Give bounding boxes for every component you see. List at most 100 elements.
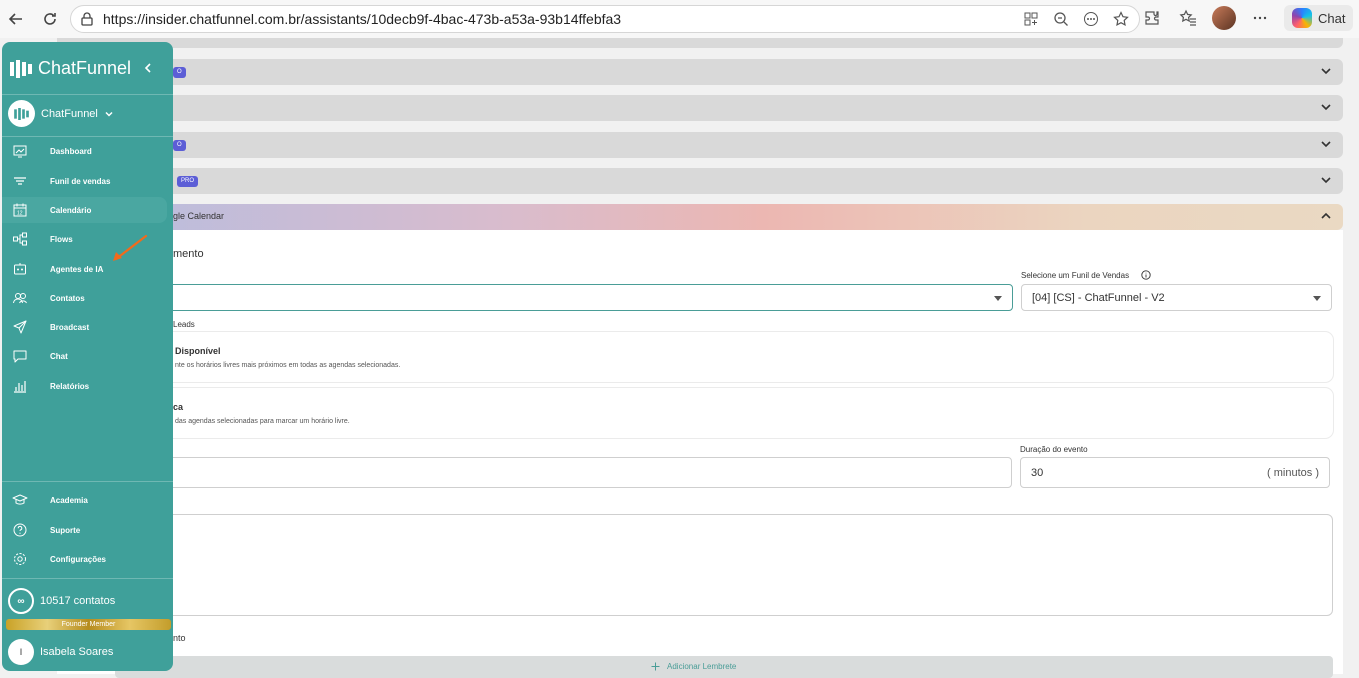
collapsed-section-4[interactable]: PRO bbox=[57, 168, 1343, 194]
copilot-chat-button[interactable]: Chat bbox=[1284, 5, 1354, 31]
infinity-icon: ∞ bbox=[8, 588, 34, 614]
sidebar-item-settings[interactable]: Configurações bbox=[2, 546, 167, 572]
browser-toolbar: https://insider.chatfunnel.com.br/assist… bbox=[0, 0, 1359, 38]
divider bbox=[2, 94, 173, 95]
sidebar-item-calendar[interactable]: 12 Calendário bbox=[2, 197, 167, 223]
funnel-select[interactable]: [04] [CS] - ChatFunnel - V2 bbox=[1021, 284, 1332, 311]
account-switcher[interactable]: ChatFunnel bbox=[8, 100, 114, 127]
collapsed-section-2[interactable] bbox=[57, 95, 1343, 121]
sidebar: ChatFunnel ChatFunnel Dashboard Funil de… bbox=[2, 42, 173, 671]
account-name: ChatFunnel bbox=[41, 107, 98, 120]
section-badge: O bbox=[173, 67, 186, 78]
profile-avatar[interactable] bbox=[1212, 6, 1236, 30]
calendar-select[interactable] bbox=[115, 284, 1013, 311]
pro-badge: PRO bbox=[177, 176, 199, 187]
robot-icon bbox=[14, 263, 26, 275]
section-badge: O bbox=[173, 140, 186, 151]
sidebar-item-funnel[interactable]: Funil de vendas bbox=[2, 168, 167, 194]
google-calendar-section[interactable]: gle Calendar bbox=[57, 204, 1343, 230]
chevron-down-icon bbox=[1321, 68, 1331, 75]
sidebar-item-label: Flows bbox=[50, 234, 73, 244]
funnel-select-label: Selecione um Funil de Vendas bbox=[1021, 271, 1130, 280]
divider bbox=[2, 578, 173, 579]
leads-label: Leads bbox=[173, 320, 195, 329]
description-textarea[interactable] bbox=[115, 514, 1333, 616]
event-name-input[interactable] bbox=[115, 457, 1012, 488]
brand-name: ChatFunnel bbox=[38, 58, 132, 78]
chevron-down-icon bbox=[1321, 141, 1331, 148]
sidebar-item-label: Broadcast bbox=[50, 322, 90, 332]
sidebar-item-reports[interactable]: Relatórios bbox=[2, 373, 167, 399]
favorite-star-icon[interactable] bbox=[1111, 9, 1131, 29]
sidebar-item-dashboard[interactable]: Dashboard bbox=[2, 138, 167, 164]
collapse-sidebar-icon[interactable] bbox=[142, 62, 154, 74]
user-profile[interactable]: I Isabela Soares bbox=[8, 639, 113, 665]
sidebar-item-label: Suporte bbox=[50, 525, 81, 535]
dropdown-caret-icon bbox=[1313, 296, 1321, 301]
sidebar-item-academy[interactable]: Academia bbox=[2, 487, 167, 513]
menu-dots-icon[interactable] bbox=[1248, 6, 1272, 30]
sidebar-item-label: Configurações bbox=[50, 554, 107, 564]
founder-badge: Founder Member bbox=[6, 619, 171, 630]
chevron-down-icon bbox=[105, 111, 113, 117]
chevron-down-icon bbox=[1321, 177, 1331, 184]
chatfunnel-logo-icon bbox=[10, 59, 32, 78]
lock-icon bbox=[81, 12, 93, 26]
collapsed-section-top[interactable] bbox=[57, 38, 1343, 48]
copilot-icon bbox=[1292, 8, 1312, 28]
chatfunnel-logo-icon bbox=[14, 107, 29, 120]
sidebar-item-label: Dashboard bbox=[50, 146, 92, 156]
user-name: Isabela Soares bbox=[40, 646, 114, 658]
divider bbox=[2, 481, 173, 482]
reminder-heading: nto bbox=[173, 633, 186, 643]
funnel-select-value: [04] [CS] - ChatFunnel - V2 bbox=[1032, 292, 1165, 304]
chat-label: Chat bbox=[1318, 10, 1346, 26]
url-text: https://insider.chatfunnel.com.br/assist… bbox=[103, 11, 622, 27]
sidebar-item-broadcast[interactable]: Broadcast bbox=[2, 314, 167, 340]
back-icon[interactable] bbox=[2, 5, 30, 33]
zoom-icon[interactable] bbox=[1051, 9, 1071, 29]
option-title: Disponível bbox=[175, 346, 221, 356]
calendar-icon: 12 bbox=[13, 203, 27, 217]
option-specific[interactable]: ca das agendas selecionadas para marcar … bbox=[115, 388, 1333, 438]
address-bar[interactable]: https://insider.chatfunnel.com.br/assist… bbox=[70, 5, 1140, 33]
sidebar-item-label: Calendário bbox=[50, 205, 92, 215]
chevron-up-icon bbox=[1321, 212, 1331, 219]
add-reminder-label: Adicionar Lembrete bbox=[667, 662, 737, 671]
collapsed-section-1[interactable]: O bbox=[57, 59, 1343, 85]
duration-input[interactable]: 30 ( minutos ) bbox=[1020, 457, 1330, 488]
collapsed-section-3[interactable]: O bbox=[57, 132, 1343, 158]
option-first-available[interactable]: Disponível nte os horários livres mais p… bbox=[115, 332, 1333, 382]
funnel-icon bbox=[14, 177, 26, 185]
google-calendar-title: gle Calendar bbox=[173, 211, 225, 221]
sidebar-item-label: Academia bbox=[50, 495, 88, 505]
sidebar-item-label: Funil de vendas bbox=[50, 176, 111, 186]
sidebar-item-label: Relatórios bbox=[50, 381, 90, 391]
option-description: das agendas selecionadas para marcar um … bbox=[175, 418, 350, 425]
sidebar-item-chat[interactable]: Chat bbox=[2, 343, 167, 369]
sidebar-item-contacts[interactable]: Contatos bbox=[2, 285, 167, 311]
add-reminder-button[interactable]: Adicionar Lembrete bbox=[115, 656, 1333, 678]
option-description: nte os horários livres mais próximos em … bbox=[175, 362, 401, 369]
refresh-icon[interactable] bbox=[36, 5, 64, 33]
annotation-arrow-icon bbox=[113, 234, 148, 261]
duration-unit: ( minutos ) bbox=[1267, 467, 1319, 479]
contacts-icon bbox=[13, 293, 27, 304]
chevron-down-icon bbox=[1321, 104, 1331, 111]
brand-logo[interactable]: ChatFunnel bbox=[10, 58, 131, 79]
info-icon[interactable] bbox=[1141, 270, 1151, 280]
more-circle-icon[interactable] bbox=[1081, 9, 1101, 29]
extensions-icon[interactable] bbox=[1140, 6, 1164, 30]
account-avatar bbox=[8, 100, 35, 127]
settings-icon bbox=[14, 553, 26, 565]
favorites-icon[interactable] bbox=[1176, 6, 1200, 30]
sidebar-item-label: Chat bbox=[50, 351, 68, 361]
help-icon bbox=[13, 523, 27, 537]
sidebar-item-label: Contatos bbox=[50, 293, 85, 303]
duration-value: 30 bbox=[1031, 467, 1044, 479]
option-title: ca bbox=[173, 402, 184, 412]
app-grid-icon[interactable] bbox=[1021, 9, 1041, 29]
sidebar-item-support[interactable]: Suporte bbox=[2, 517, 167, 543]
dropdown-caret-icon bbox=[994, 296, 1002, 301]
contacts-count: 10517 contatos bbox=[40, 595, 116, 607]
